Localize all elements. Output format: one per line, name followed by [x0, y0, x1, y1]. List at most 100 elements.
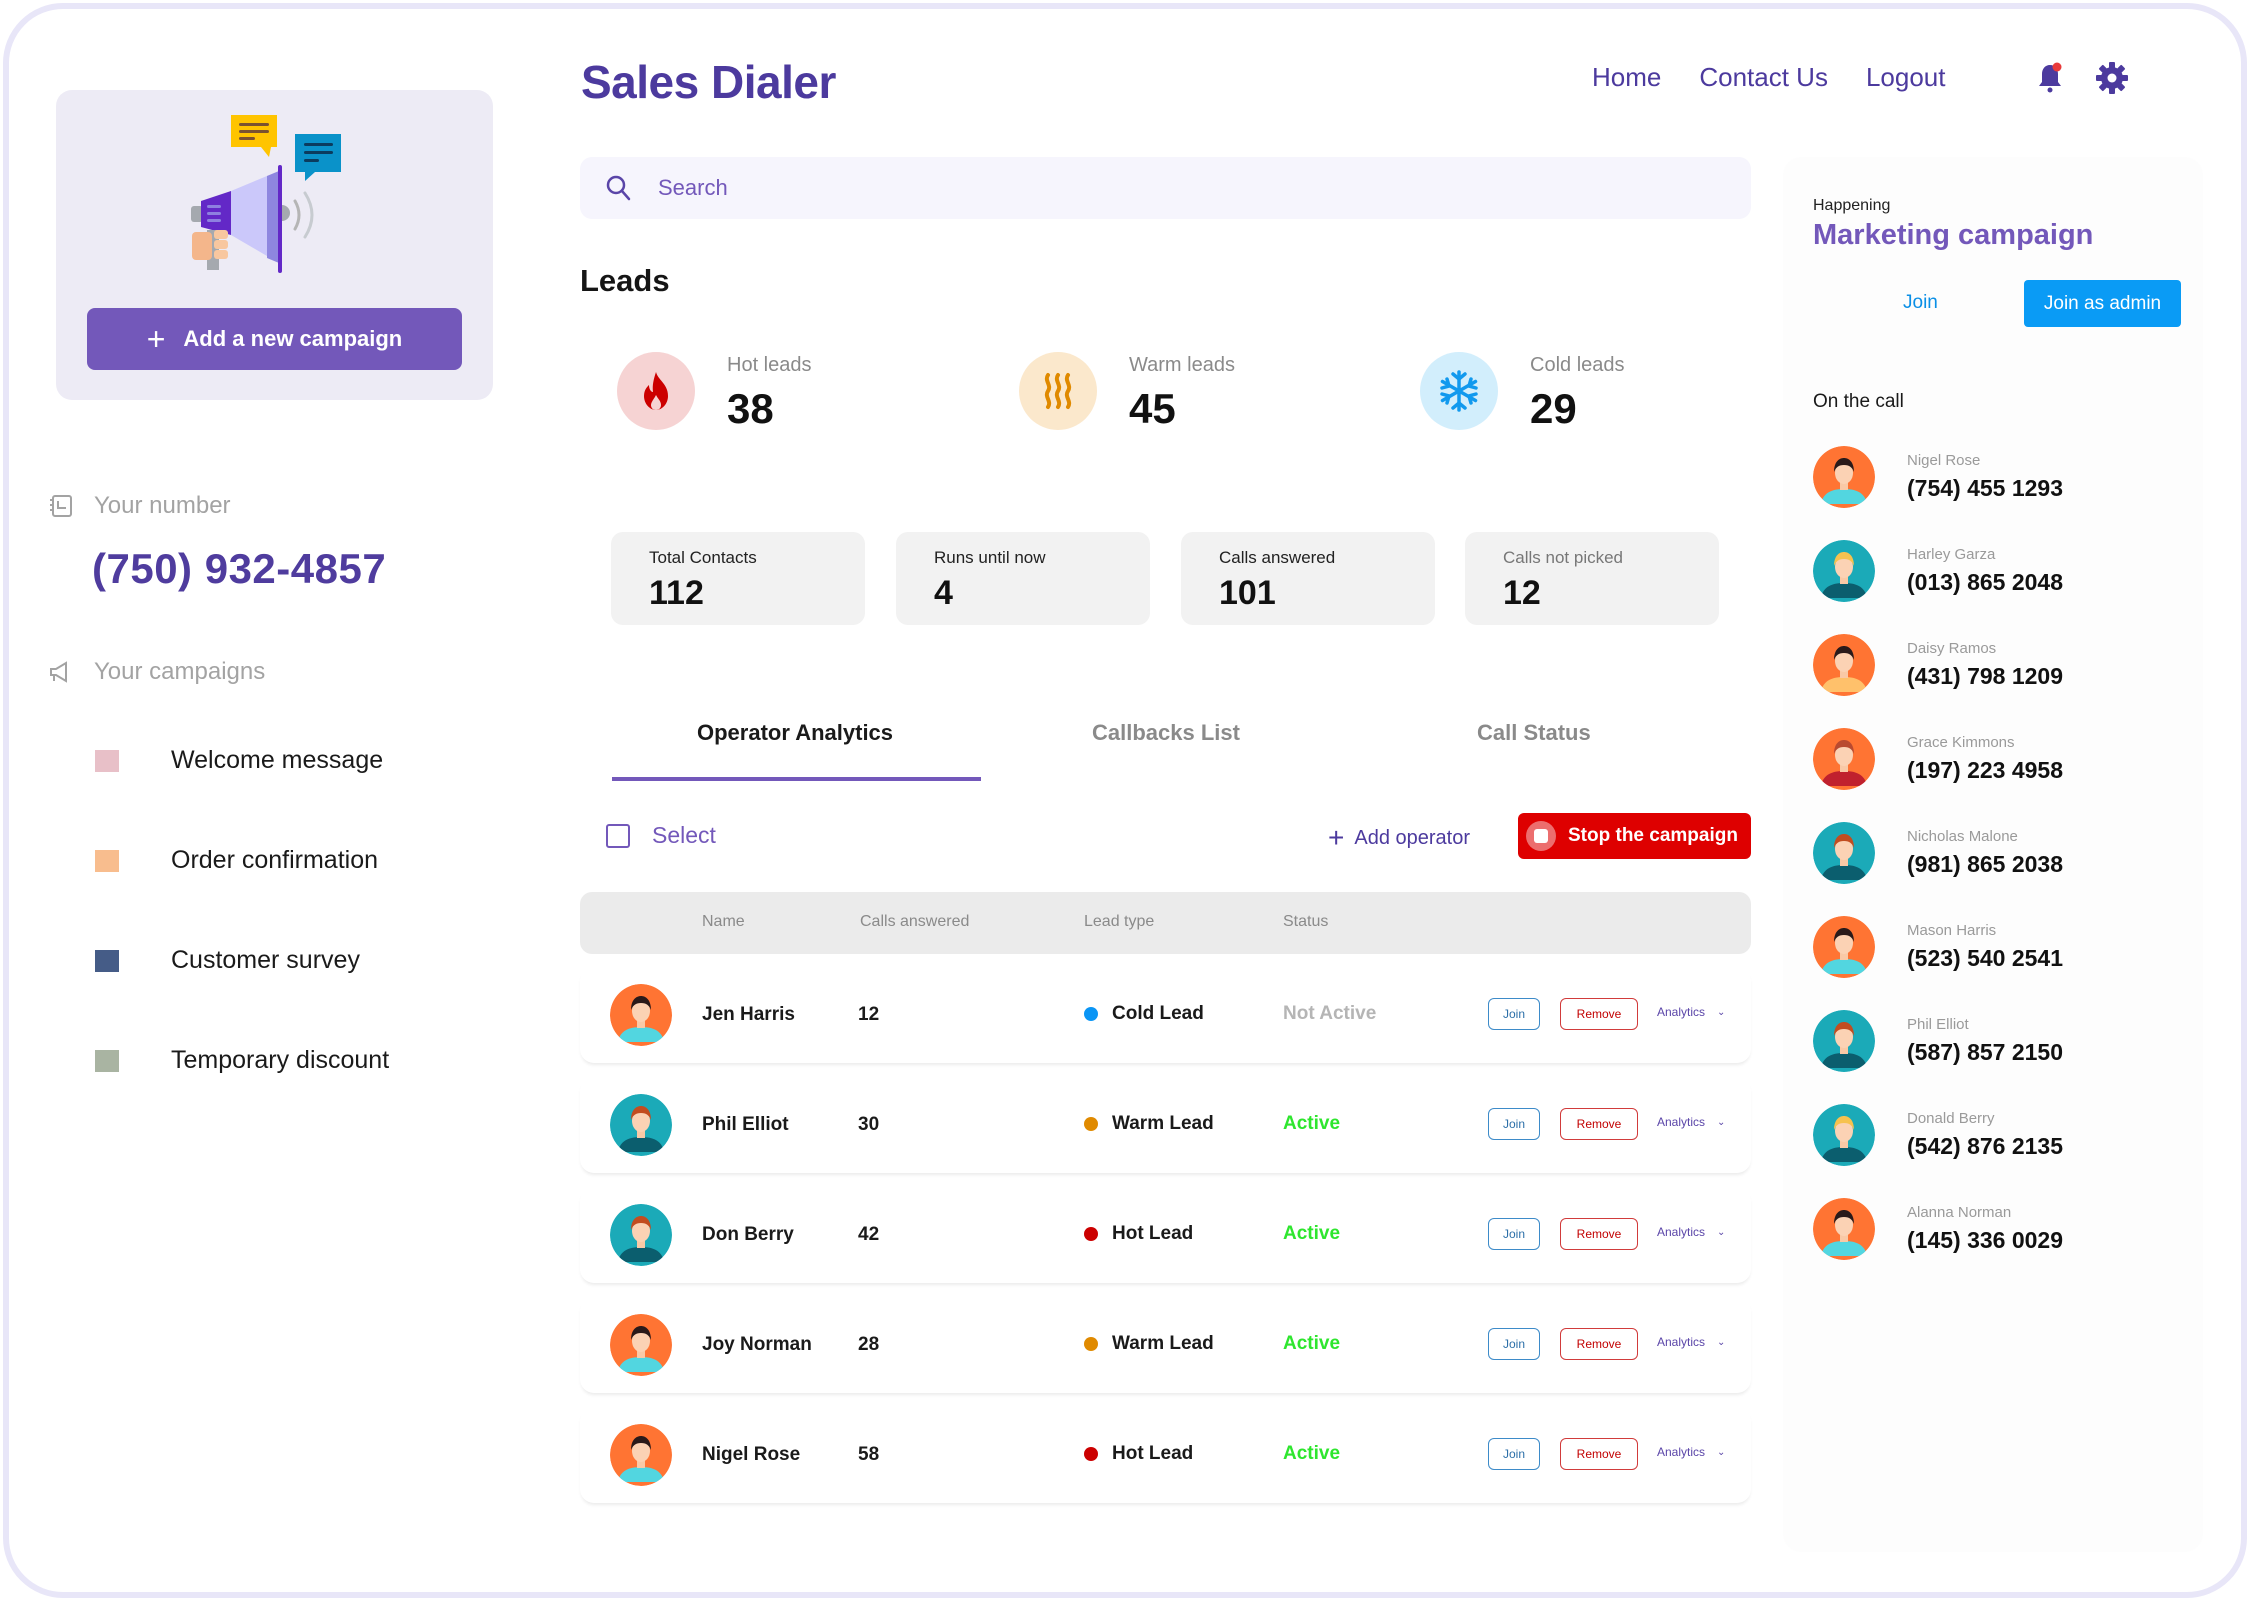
- nav-home[interactable]: Home: [1592, 62, 1661, 93]
- add-campaign-button[interactable]: + Add a new campaign: [87, 308, 462, 370]
- stat-value: 112: [649, 574, 704, 612]
- remove-button[interactable]: Remove: [1560, 1438, 1638, 1470]
- caller-phone: (754) 455 1293: [1907, 475, 2064, 501]
- nav-logout[interactable]: Logout: [1866, 62, 1946, 93]
- caller-name: Donald Berry: [1907, 1110, 1995, 1127]
- avatar: [1813, 822, 1875, 884]
- stat-calls-not-picked: Calls not picked 12: [1465, 532, 1719, 625]
- calls-answered: 58: [858, 1444, 880, 1465]
- caller-name: Phil Elliot: [1907, 1016, 1969, 1033]
- join-campaign-button[interactable]: Join: [1903, 292, 1938, 314]
- column-header-lead-type[interactable]: Lead type: [1084, 913, 1154, 931]
- analytics-dropdown[interactable]: Analytics ⌄: [1657, 1225, 1725, 1239]
- cold-leads-label: Cold leads: [1530, 354, 1625, 376]
- caller-item[interactable]: Phil Elliot (587) 857 2150: [1813, 1010, 2063, 1072]
- chevron-down-icon: ⌄: [1717, 1446, 1726, 1458]
- caller-phone: (542) 876 2135: [1907, 1133, 2064, 1159]
- hot-leads-label: Hot leads: [727, 354, 812, 376]
- caller-phone: (587) 857 2150: [1907, 1039, 2064, 1065]
- nav-contact-us[interactable]: Contact Us: [1699, 62, 1828, 93]
- your-number-value: (750) 932-4857: [92, 545, 387, 592]
- column-header-calls-answered[interactable]: Calls answered: [860, 913, 969, 931]
- join-button[interactable]: Join: [1488, 1438, 1540, 1470]
- stat-total-contacts: Total Contacts 112: [611, 532, 865, 625]
- caller-item[interactable]: Harley Garza (013) 865 2048: [1813, 540, 2063, 602]
- caller-item[interactable]: Daisy Ramos (431) 798 1209: [1813, 634, 2063, 696]
- select-checkbox[interactable]: [606, 823, 630, 848]
- lead-dot: [1084, 1117, 1098, 1131]
- top-nav: Home Contact Us Logout: [1592, 62, 1946, 93]
- caller-item[interactable]: Grace Kimmons (197) 223 4958: [1813, 728, 2063, 790]
- hot-leads-value: 38: [727, 385, 774, 432]
- lead-type-label: Cold Lead: [1112, 1003, 1204, 1024]
- caller-phone: (431) 798 1209: [1907, 663, 2064, 689]
- cold-leads-value: 29: [1530, 385, 1577, 432]
- stop-campaign-label: Stop the campaign: [1568, 825, 1738, 846]
- remove-button[interactable]: Remove: [1560, 1328, 1638, 1360]
- promo-card: + Add a new campaign: [56, 90, 493, 400]
- search-input[interactable]: [658, 175, 1558, 201]
- join-button[interactable]: Join: [1488, 1108, 1540, 1140]
- avatar: [1813, 728, 1875, 790]
- campaign-color-swatch: [95, 1049, 119, 1072]
- campaign-item[interactable]: Order confirmation: [95, 846, 378, 875]
- lead-type-label: Hot Lead: [1112, 1223, 1194, 1244]
- caller-item[interactable]: Donald Berry (542) 876 2135: [1813, 1104, 2063, 1166]
- cold-leads: Cold leads 29: [1420, 352, 1625, 433]
- join-as-admin-button[interactable]: Join as admin: [2024, 280, 2181, 327]
- tab-call-status[interactable]: Call Status: [1477, 720, 1591, 746]
- campaign-item[interactable]: Customer survey: [95, 946, 360, 975]
- table-header: Name Calls answered Lead type Status: [580, 892, 1751, 954]
- megaphone-icon: [50, 661, 67, 683]
- stop-campaign-button[interactable]: Stop the campaign: [1518, 813, 1751, 859]
- right-panel: Happening Marketing campaign Join Join a…: [1783, 157, 2203, 1552]
- warm-leads: Warm leads 45: [1019, 352, 1235, 433]
- add-operator-button[interactable]: + Add operator: [1328, 822, 1470, 854]
- stat-label: Calls not picked: [1503, 548, 1624, 567]
- analytics-dropdown[interactable]: Analytics ⌄: [1657, 1005, 1725, 1019]
- caller-item[interactable]: Nicholas Malone (981) 865 2038: [1813, 822, 2063, 884]
- bell-icon[interactable]: [2032, 60, 2068, 96]
- plus-icon: +: [1328, 822, 1345, 853]
- tab-operator-analytics[interactable]: Operator Analytics: [697, 720, 893, 746]
- avatar: [610, 984, 672, 1046]
- analytics-label: Analytics: [1657, 1335, 1706, 1349]
- campaign-item[interactable]: Temporary discount: [95, 1046, 389, 1075]
- add-operator-label: Add operator: [1354, 826, 1470, 849]
- gear-icon[interactable]: [2094, 60, 2130, 96]
- lead-type: Warm Lead: [1084, 1333, 1214, 1355]
- chevron-down-icon: ⌄: [1717, 1116, 1726, 1128]
- analytics-dropdown[interactable]: Analytics ⌄: [1657, 1115, 1725, 1129]
- tab-callbacks-list[interactable]: Callbacks List: [1092, 720, 1240, 746]
- caller-item[interactable]: Nigel Rose (754) 455 1293: [1813, 446, 2063, 508]
- stat-label: Total Contacts: [649, 548, 757, 567]
- caller-name: Harley Garza: [1907, 546, 1996, 563]
- stat-label: Runs until now: [934, 548, 1046, 567]
- add-campaign-label: Add a new campaign: [183, 326, 403, 351]
- column-header-name[interactable]: Name: [702, 913, 745, 931]
- caller-phone: (197) 223 4958: [1907, 757, 2064, 783]
- status-badge: Active: [1283, 1333, 1341, 1354]
- avatar: [1813, 634, 1875, 696]
- lead-type: Hot Lead: [1084, 1223, 1193, 1245]
- select-all[interactable]: Select: [606, 822, 716, 849]
- avatar: [610, 1204, 672, 1266]
- analytics-dropdown[interactable]: Analytics ⌄: [1657, 1445, 1725, 1459]
- analytics-dropdown[interactable]: Analytics ⌄: [1657, 1335, 1725, 1349]
- campaign-color-swatch: [95, 849, 119, 872]
- column-header-status[interactable]: Status: [1283, 913, 1328, 931]
- lead-dot: [1084, 1007, 1098, 1021]
- analytics-label: Analytics: [1657, 1225, 1706, 1239]
- caller-item[interactable]: Mason Harris (523) 540 2541: [1813, 916, 2063, 978]
- caller-item[interactable]: Alanna Norman (145) 336 0029: [1813, 1198, 2063, 1260]
- caller-name: Mason Harris: [1907, 922, 1997, 939]
- remove-button[interactable]: Remove: [1560, 1218, 1638, 1250]
- join-button[interactable]: Join: [1488, 1328, 1540, 1360]
- analytics-label: Analytics: [1657, 1445, 1706, 1459]
- remove-button[interactable]: Remove: [1560, 998, 1638, 1030]
- join-button[interactable]: Join: [1488, 998, 1540, 1030]
- join-button[interactable]: Join: [1488, 1218, 1540, 1250]
- avatar: [610, 1094, 672, 1156]
- remove-button[interactable]: Remove: [1560, 1108, 1638, 1140]
- campaign-item[interactable]: Welcome message: [95, 746, 383, 775]
